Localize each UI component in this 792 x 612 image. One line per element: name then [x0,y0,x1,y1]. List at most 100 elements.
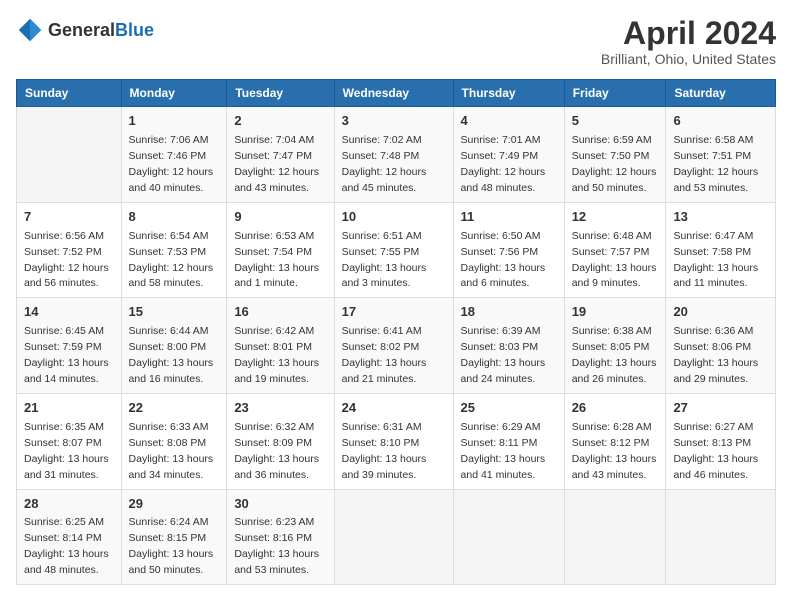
day-number: 9 [234,208,326,227]
calendar-cell: 23 Sunrise: 6:32 AM Sunset: 8:09 PM Dayl… [227,393,334,489]
logo-icon [16,16,44,44]
day-header-saturday: Saturday [666,80,776,107]
daylight-text: Daylight: 12 hours and 43 minutes. [234,166,319,194]
calendar-week-row: 14 Sunrise: 6:45 AM Sunset: 7:59 PM Dayl… [17,298,776,394]
sunset-text: Sunset: 8:08 PM [129,437,207,449]
calendar-cell: 19 Sunrise: 6:38 AM Sunset: 8:05 PM Dayl… [564,298,666,394]
sunset-text: Sunset: 7:58 PM [673,246,751,258]
day-number: 1 [129,112,220,131]
sunrise-text: Sunrise: 6:33 AM [129,421,209,433]
sunrise-text: Sunrise: 6:51 AM [342,230,422,242]
day-header-thursday: Thursday [453,80,564,107]
day-header-monday: Monday [121,80,227,107]
calendar-cell: 4 Sunrise: 7:01 AM Sunset: 7:49 PM Dayli… [453,107,564,203]
sunset-text: Sunset: 7:50 PM [572,150,650,162]
daylight-text: Daylight: 13 hours and 31 minutes. [24,453,109,481]
calendar-cell: 25 Sunrise: 6:29 AM Sunset: 8:11 PM Dayl… [453,393,564,489]
sunset-text: Sunset: 8:01 PM [234,341,312,353]
calendar-cell: 15 Sunrise: 6:44 AM Sunset: 8:00 PM Dayl… [121,298,227,394]
day-number: 11 [461,208,557,227]
calendar-cell: 12 Sunrise: 6:48 AM Sunset: 7:57 PM Dayl… [564,202,666,298]
sunrise-text: Sunrise: 6:45 AM [24,325,104,337]
calendar-cell: 9 Sunrise: 6:53 AM Sunset: 7:54 PM Dayli… [227,202,334,298]
sunset-text: Sunset: 8:02 PM [342,341,420,353]
sunset-text: Sunset: 7:52 PM [24,246,102,258]
sunset-text: Sunset: 7:54 PM [234,246,312,258]
sunset-text: Sunset: 8:09 PM [234,437,312,449]
day-number: 18 [461,303,557,322]
sunrise-text: Sunrise: 7:06 AM [129,134,209,146]
logo-text-blue: Blue [115,20,154,40]
calendar-cell: 30 Sunrise: 6:23 AM Sunset: 8:16 PM Dayl… [227,489,334,585]
day-header-friday: Friday [564,80,666,107]
sunrise-text: Sunrise: 6:38 AM [572,325,652,337]
daylight-text: Daylight: 12 hours and 45 minutes. [342,166,427,194]
day-number: 24 [342,399,446,418]
sunset-text: Sunset: 7:48 PM [342,150,420,162]
daylight-text: Daylight: 13 hours and 26 minutes. [572,357,657,385]
calendar-cell: 21 Sunrise: 6:35 AM Sunset: 8:07 PM Dayl… [17,393,122,489]
daylight-text: Daylight: 13 hours and 36 minutes. [234,453,319,481]
sunrise-text: Sunrise: 6:29 AM [461,421,541,433]
daylight-text: Daylight: 13 hours and 50 minutes. [129,548,214,576]
sunrise-text: Sunrise: 6:42 AM [234,325,314,337]
day-header-tuesday: Tuesday [227,80,334,107]
calendar-cell: 27 Sunrise: 6:27 AM Sunset: 8:13 PM Dayl… [666,393,776,489]
calendar-cell: 10 Sunrise: 6:51 AM Sunset: 7:55 PM Dayl… [334,202,453,298]
day-number: 29 [129,495,220,514]
day-number: 13 [673,208,768,227]
sunrise-text: Sunrise: 6:58 AM [673,134,753,146]
day-number: 10 [342,208,446,227]
sunrise-text: Sunrise: 6:54 AM [129,230,209,242]
calendar-header-row: SundayMondayTuesdayWednesdayThursdayFrid… [17,80,776,107]
sunrise-text: Sunrise: 6:31 AM [342,421,422,433]
sunset-text: Sunset: 7:55 PM [342,246,420,258]
daylight-text: Daylight: 13 hours and 34 minutes. [129,453,214,481]
daylight-text: Daylight: 13 hours and 3 minutes. [342,262,427,290]
day-number: 26 [572,399,659,418]
sunset-text: Sunset: 7:47 PM [234,150,312,162]
sunrise-text: Sunrise: 6:28 AM [572,421,652,433]
day-number: 23 [234,399,326,418]
logo-text-general: General [48,20,115,40]
page-title: April 2024 [601,16,776,51]
calendar-cell: 11 Sunrise: 6:50 AM Sunset: 7:56 PM Dayl… [453,202,564,298]
day-number: 27 [673,399,768,418]
day-number: 5 [572,112,659,131]
calendar-cell: 6 Sunrise: 6:58 AM Sunset: 7:51 PM Dayli… [666,107,776,203]
sunrise-text: Sunrise: 7:04 AM [234,134,314,146]
sunset-text: Sunset: 7:57 PM [572,246,650,258]
calendar-cell [17,107,122,203]
calendar-cell: 2 Sunrise: 7:04 AM Sunset: 7:47 PM Dayli… [227,107,334,203]
day-number: 20 [673,303,768,322]
calendar-cell: 7 Sunrise: 6:56 AM Sunset: 7:52 PM Dayli… [17,202,122,298]
sunrise-text: Sunrise: 6:59 AM [572,134,652,146]
daylight-text: Daylight: 13 hours and 1 minute. [234,262,319,290]
sunset-text: Sunset: 8:06 PM [673,341,751,353]
sunset-text: Sunset: 7:46 PM [129,150,207,162]
calendar-cell [453,489,564,585]
calendar-cell [334,489,453,585]
sunset-text: Sunset: 8:00 PM [129,341,207,353]
daylight-text: Daylight: 13 hours and 29 minutes. [673,357,758,385]
daylight-text: Daylight: 13 hours and 46 minutes. [673,453,758,481]
calendar-cell: 18 Sunrise: 6:39 AM Sunset: 8:03 PM Dayl… [453,298,564,394]
day-number: 15 [129,303,220,322]
day-number: 22 [129,399,220,418]
calendar-cell: 3 Sunrise: 7:02 AM Sunset: 7:48 PM Dayli… [334,107,453,203]
day-number: 16 [234,303,326,322]
sunset-text: Sunset: 7:59 PM [24,341,102,353]
daylight-text: Daylight: 12 hours and 53 minutes. [673,166,758,194]
sunrise-text: Sunrise: 6:48 AM [572,230,652,242]
calendar-cell: 20 Sunrise: 6:36 AM Sunset: 8:06 PM Dayl… [666,298,776,394]
daylight-text: Daylight: 13 hours and 9 minutes. [572,262,657,290]
calendar-week-row: 7 Sunrise: 6:56 AM Sunset: 7:52 PM Dayli… [17,202,776,298]
day-number: 2 [234,112,326,131]
day-number: 3 [342,112,446,131]
sunrise-text: Sunrise: 6:41 AM [342,325,422,337]
sunrise-text: Sunrise: 6:47 AM [673,230,753,242]
daylight-text: Daylight: 13 hours and 48 minutes. [24,548,109,576]
sunrise-text: Sunrise: 6:27 AM [673,421,753,433]
day-number: 12 [572,208,659,227]
sunrise-text: Sunrise: 6:32 AM [234,421,314,433]
